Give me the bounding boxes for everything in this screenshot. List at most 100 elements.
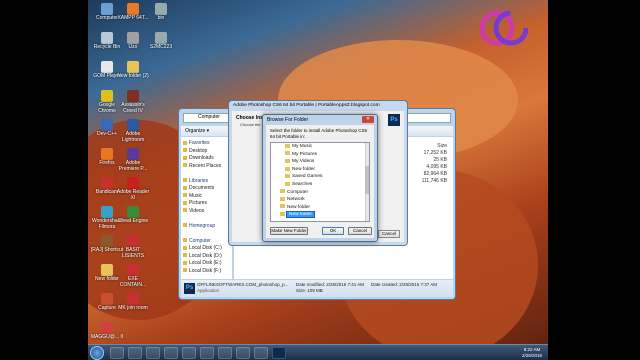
- nav-item[interactable]: Local Disk (C:): [183, 245, 230, 253]
- folder-tree-items: My Music My Pictures My Videos New folder Sa…: [271, 143, 369, 219]
- firefox-icon[interactable]: [182, 347, 196, 359]
- folder-icon: [183, 185, 187, 190]
- installer-subheading: Choose the: [240, 122, 261, 127]
- folder-tree[interactable]: My Music My Pictures My Videos New folder Sa…: [270, 142, 370, 222]
- desktop-icon[interactable]: S2MC223: [144, 32, 178, 51]
- nav-item[interactable]: Local Disk (D:): [183, 253, 230, 261]
- ie-icon[interactable]: [110, 347, 124, 359]
- nav-item-label: Desktop: [189, 147, 208, 154]
- explorer-icon[interactable]: [128, 347, 142, 359]
- folder-icon: [183, 268, 187, 273]
- status-filename: OFFLINESOFTWARES.COM_photoshop_p...: [197, 282, 289, 287]
- tree-item[interactable]: Searches: [271, 181, 369, 189]
- nav-item[interactable]: Local Disk (F:): [183, 268, 230, 276]
- desktop-icon[interactable]: New folder (2): [116, 61, 150, 80]
- close-button[interactable]: ✕: [362, 116, 374, 123]
- tree-item[interactable]: New folder: [271, 166, 369, 174]
- desktop-icon[interactable]: Adobe Reader XI: [116, 177, 150, 201]
- photoshop-taskbar-icon[interactable]: [272, 347, 286, 359]
- tree-item[interactable]: New folder: [271, 211, 369, 219]
- folder-icon: [183, 200, 187, 205]
- details-pane: Ps OFFLINESOFTWARES.COM_photoshop_p... A…: [181, 280, 453, 297]
- tree-item[interactable]: My Music: [271, 143, 369, 151]
- desktop-icon[interactable]: Adobe Premiere P...: [116, 148, 150, 172]
- folder-icon: [183, 260, 187, 265]
- ok-button[interactable]: OK: [322, 227, 344, 235]
- nav-item[interactable]: Homegroup: [183, 223, 230, 231]
- wondershare-icon[interactable]: [236, 347, 250, 359]
- desktop-icon-label: New folder (2): [117, 73, 149, 79]
- size-header[interactable]: Size: [422, 143, 447, 150]
- tree-scrollbar[interactable]: [365, 143, 369, 221]
- app-icon: [127, 90, 139, 102]
- desktop-icon[interactable]: MK join room: [116, 293, 150, 312]
- desktop-icon-label: Adobe Lightroom: [121, 131, 145, 143]
- tree-item[interactable]: Saved Games: [271, 173, 369, 181]
- tree-item-label: My Videos: [292, 159, 315, 165]
- desktop: Computer Recycle Bin GOM Player Google Chro…: [88, 0, 548, 360]
- nav-item[interactable]: Local Disk (E:): [183, 260, 230, 268]
- folder-icon: [183, 163, 187, 168]
- make-new-folder-button[interactable]: Make New Folder: [270, 227, 308, 235]
- folder-icon: [183, 155, 187, 160]
- folder-icon: [280, 204, 285, 209]
- nav-item[interactable]: Desktop: [183, 148, 230, 156]
- desktop-icon[interactable]: Assassin's Creed IV: [116, 90, 150, 114]
- installer-cancel-button[interactable]: Cancel: [378, 230, 400, 238]
- nav-item-label: Computer: [189, 237, 211, 244]
- tree-item[interactable]: Computer: [271, 189, 369, 197]
- cancel-button[interactable]: Cancel: [348, 227, 372, 235]
- nav-item-label: Homegroup: [189, 222, 216, 229]
- app-icon: [127, 264, 139, 276]
- tree-item[interactable]: My Videos: [271, 158, 369, 166]
- nav-item[interactable]: Downloads: [183, 155, 230, 163]
- nav-item-label: Local Disk (E:): [189, 260, 222, 266]
- file-size: 82,964 KB: [423, 171, 447, 177]
- app-icon: [155, 3, 167, 15]
- nav-item[interactable]: Libraries: [183, 178, 230, 186]
- desktop-icon[interactable]: MAGGU@... II: [90, 322, 124, 341]
- desktop-icon[interactable]: Adobe Lightroom: [116, 119, 150, 143]
- chrome-icon[interactable]: [164, 347, 178, 359]
- desktop-icon-label: bin: [157, 15, 165, 21]
- navigation-pane: Favorites Desktop Downloads Recent Places Li…: [181, 137, 233, 279]
- app-icon: [101, 235, 113, 247]
- desktop-icon[interactable]: Cheat Engine: [116, 206, 150, 225]
- status-modified: Date modified: 2/28/2016 7:41 AM: [296, 282, 365, 287]
- desktop-icon-label: MK join room: [118, 305, 148, 311]
- nav-item[interactable]: Computer: [183, 238, 230, 246]
- tree-item[interactable]: Network: [271, 196, 369, 204]
- nav-item[interactable]: Recent Places: [183, 163, 230, 171]
- folder-icon: [285, 174, 290, 179]
- desktop-icon[interactable]: BASIT LISIENTS: [116, 235, 150, 259]
- bandicam-icon[interactable]: [218, 347, 232, 359]
- app-icon: [101, 293, 113, 305]
- desktop-icon-label: S2MC223: [149, 44, 173, 50]
- nav-item[interactable]: Videos: [183, 208, 230, 216]
- folder-icon: [183, 245, 187, 250]
- nav-item[interactable]: [183, 215, 230, 223]
- nav-item[interactable]: Pictures: [183, 200, 230, 208]
- nav-item[interactable]: [183, 170, 230, 178]
- nav-item-label: Music: [189, 192, 203, 199]
- gom-player-icon[interactable]: [200, 347, 214, 359]
- nav-item[interactable]: Music: [183, 193, 230, 201]
- nav-item[interactable]: [183, 230, 230, 238]
- media-player-icon[interactable]: [146, 347, 160, 359]
- tree-item[interactable]: My Pictures: [271, 151, 369, 159]
- nav-item[interactable]: Favorites: [183, 140, 230, 148]
- nav-item-label: Favorites: [189, 140, 210, 146]
- tree-scrollbar-thumb[interactable]: [365, 166, 369, 194]
- clock[interactable]: 8:22 AM 2/28/2016: [522, 347, 542, 359]
- tree-item[interactable]: New folder: [271, 204, 369, 212]
- desktop-icon[interactable]: bin: [144, 3, 178, 22]
- folder-icon: [183, 253, 187, 258]
- folder-icon: [285, 166, 290, 171]
- tree-item-label: Searches: [292, 181, 313, 187]
- app-icon: [101, 177, 113, 189]
- start-button[interactable]: [90, 346, 104, 360]
- desktop-icon[interactable]: EXE CONTAIN...: [116, 264, 150, 288]
- nav-item[interactable]: Documents: [183, 185, 230, 193]
- installer-title: Adobe Photoshop CS6 64 bit Portable | Po…: [233, 103, 380, 108]
- folder-icon[interactable]: [254, 347, 268, 359]
